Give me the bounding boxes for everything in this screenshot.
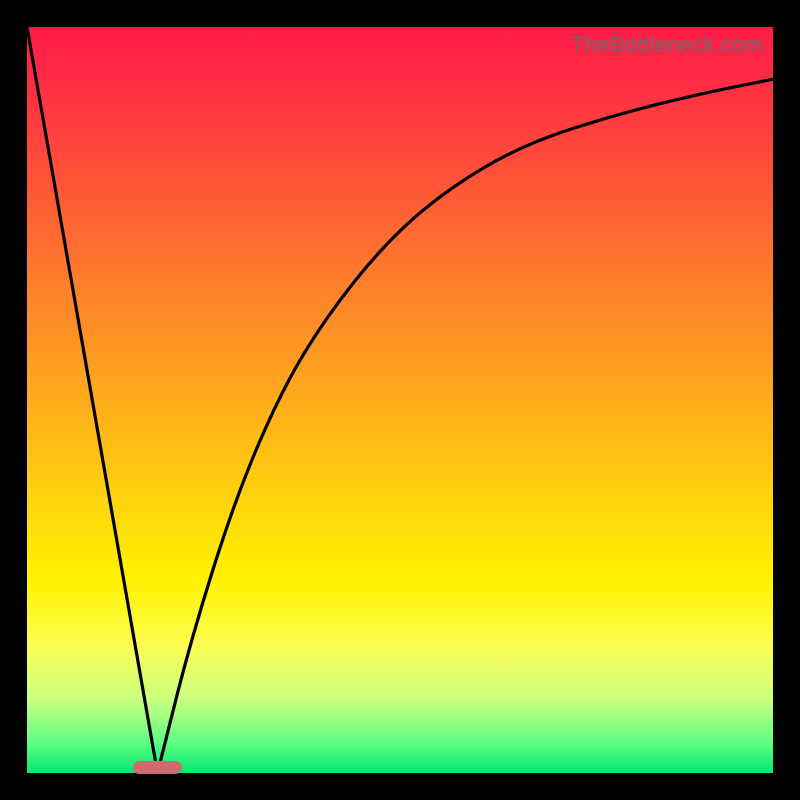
- curve-svg: [27, 27, 773, 773]
- curve-path: [27, 27, 773, 773]
- watermark-text: TheBottleneck.com: [571, 32, 763, 58]
- chart-frame: TheBottleneck.com: [0, 0, 800, 800]
- plot-area: TheBottleneck.com: [27, 27, 773, 773]
- optimum-marker: [133, 761, 181, 774]
